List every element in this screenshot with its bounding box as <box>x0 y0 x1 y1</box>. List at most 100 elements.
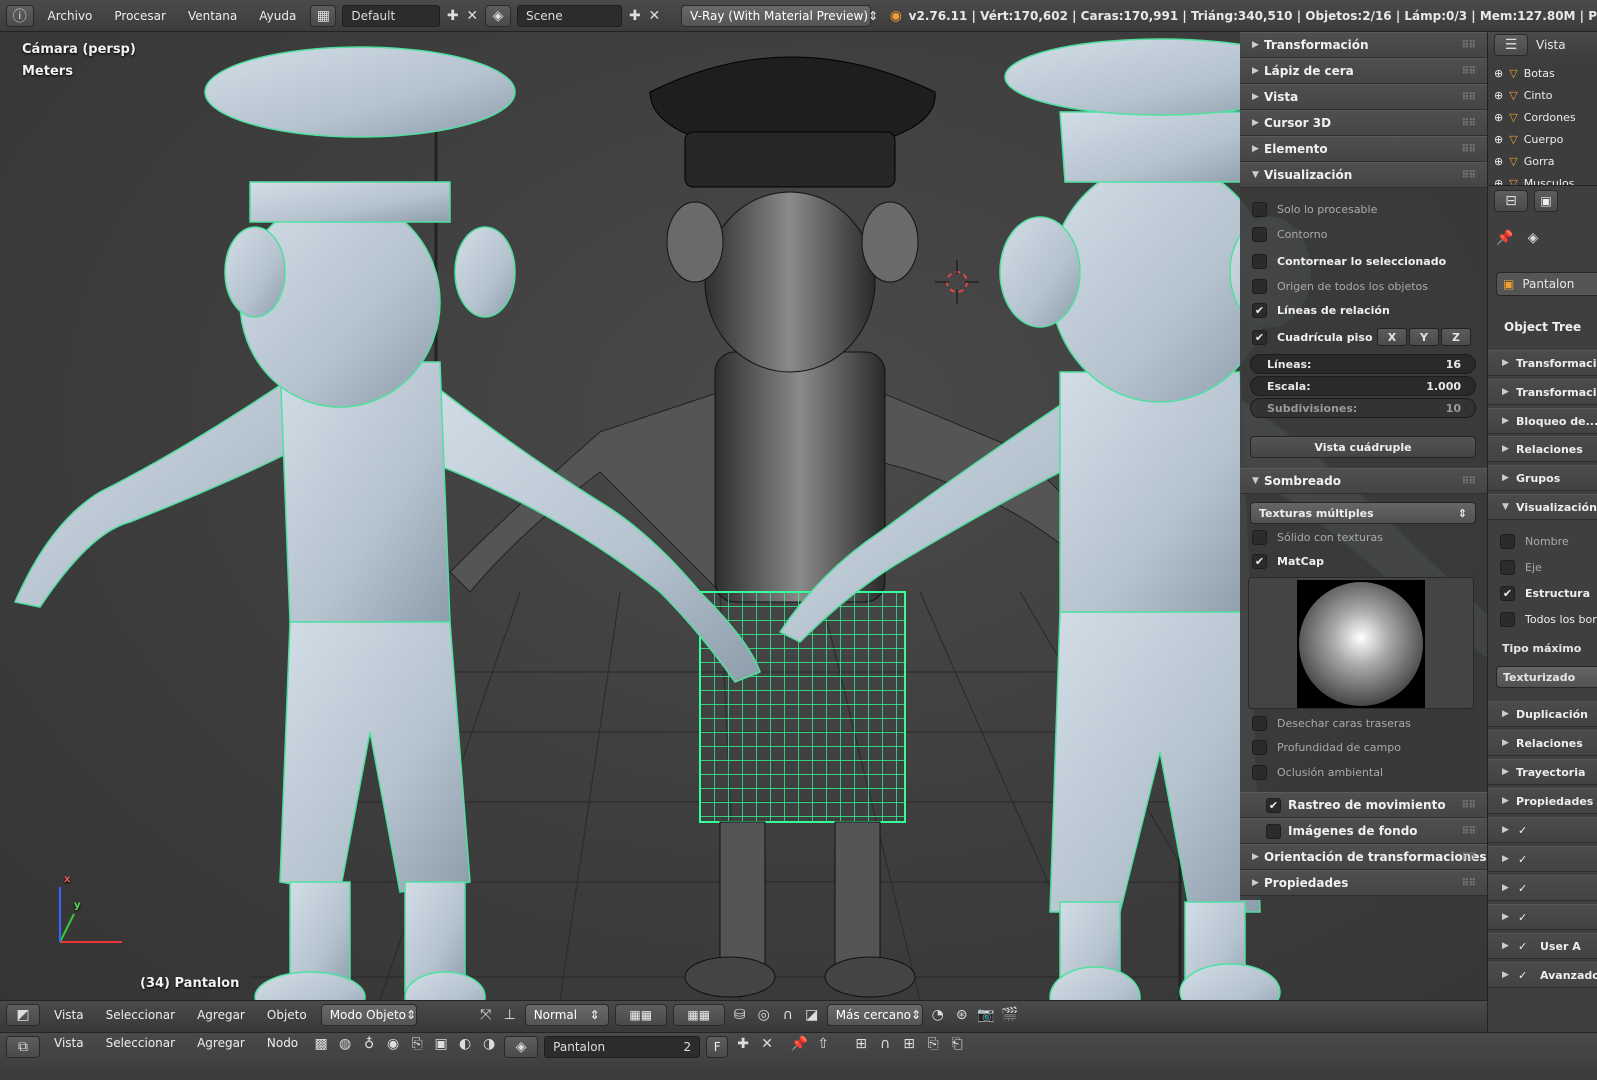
menu-seleccionar[interactable]: Seleccionar <box>98 1008 183 1022</box>
section-motion-paths[interactable]: ▶ Trayectoria <box>1488 759 1597 785</box>
section-transform[interactable]: ▶ Transformación <box>1488 350 1597 376</box>
check-textured-solid[interactable]: Sólido con texturas <box>1252 530 1383 545</box>
check-all-edges[interactable]: Todos los bordes <box>1500 612 1597 627</box>
scene-button[interactable]: ◈ <box>484 4 511 27</box>
check-matcap[interactable]: ✔ MatCap <box>1252 554 1324 569</box>
check-outline-selected[interactable]: Contornear lo seleccionado <box>1252 254 1446 269</box>
grip-icon[interactable]: ⠿⠿ <box>1461 800 1476 811</box>
check-name[interactable]: Nombre <box>1500 534 1569 549</box>
expand-plus-icon[interactable]: ⊕ <box>1494 155 1503 168</box>
grip-icon[interactable]: ⠿⠿ <box>1461 66 1476 77</box>
material-icon[interactable]: ◉ <box>384 1036 402 1052</box>
grid-lines-field[interactable]: Líneas: 16 <box>1250 354 1476 374</box>
panel-3d-cursor[interactable]: ▶ Cursor 3D ⠿⠿ <box>1240 110 1487 136</box>
checkbox[interactable] <box>1266 823 1281 839</box>
panel-grease-pencil[interactable]: ▶ Lápiz de cera ⠿⠿ <box>1240 58 1487 84</box>
vray-user-attributes-row[interactable]: ▶ ✓ User A <box>1488 933 1597 959</box>
enable-check-icon[interactable]: ✓ <box>1518 969 1527 982</box>
section-display[interactable]: ▼ Visualización <box>1488 494 1597 520</box>
section-custom-properties[interactable]: ▶ Propiedades <box>1488 788 1597 814</box>
panel-motion-tracking[interactable]: ✔ Rastreo de movimiento ⠿⠿ <box>1240 792 1487 818</box>
expand-plus-icon[interactable]: ⊕ <box>1494 67 1503 80</box>
enable-check-icon[interactable]: ✓ <box>1518 824 1527 837</box>
transform-axes-icon[interactable]: ⊥ <box>501 1007 519 1023</box>
grip-icon[interactable]: ⠿⠿ <box>1461 826 1476 837</box>
panel-view[interactable]: ▶ Vista ⠿⠿ <box>1240 84 1487 110</box>
checkmark-icon[interactable]: ✔ <box>1266 797 1281 813</box>
panel-display[interactable]: ▼ Visualización ⠿⠿ <box>1240 162 1487 188</box>
vray-row[interactable]: ▶ ✓ <box>1488 846 1597 872</box>
node-snap-icon[interactable]: ∩ <box>876 1036 894 1052</box>
menu-ayuda[interactable]: Ayuda <box>251 9 304 23</box>
backdrop-icon[interactable]: ⊞ <box>852 1036 870 1052</box>
menu-nodo[interactable]: Nodo <box>259 1036 306 1050</box>
axis-x-toggle[interactable]: X <box>1377 328 1407 346</box>
panel-properties[interactable]: ▶ Propiedades ⠿⠿ <box>1240 870 1487 896</box>
vray-row[interactable]: ▶ ✓ <box>1488 875 1597 901</box>
pin-node-icon[interactable]: 📌 <box>790 1036 808 1052</box>
max-draw-type-dropdown[interactable]: Texturizado <box>1496 666 1597 688</box>
texture-icon[interactable]: ▣ <box>432 1036 450 1052</box>
unlink-material-icon[interactable]: ✕ <box>758 1036 776 1052</box>
enable-check-icon[interactable]: ✓ <box>1518 940 1527 953</box>
camera-render-icon[interactable]: 📷 <box>977 1007 995 1023</box>
checkbox[interactable] <box>1252 202 1267 217</box>
checkbox[interactable] <box>1252 530 1267 545</box>
material-browse-button[interactable]: ◈ <box>504 1036 539 1058</box>
check-grid-floor[interactable]: ✔ Cuadrícula piso <box>1252 330 1373 345</box>
check-axis[interactable]: Eje <box>1500 560 1542 575</box>
outliner-item-gorra[interactable]: ⊕ ▽ Gorra <box>1494 150 1555 172</box>
vray-row[interactable]: ▶ ✓ <box>1488 817 1597 843</box>
grip-icon[interactable]: ⠿⠿ <box>1461 144 1476 155</box>
section-locks[interactable]: ▶ Bloqueo de... <box>1488 408 1597 434</box>
render-engine-dropdown[interactable]: V-Ray (With Material Preview) ⇕ <box>681 4 878 27</box>
checkmark-icon[interactable]: ✔ <box>1252 554 1267 569</box>
snap-grid-icon[interactable]: ⊞ <box>900 1036 918 1052</box>
expand-plus-icon[interactable]: ⊕ <box>1494 89 1503 102</box>
panel-shading[interactable]: ▼ Sombreado ⠿⠿ <box>1240 468 1487 494</box>
section-relations[interactable]: ▶ Relaciones <box>1488 436 1597 462</box>
grip-icon[interactable]: ⠿⠿ <box>1461 878 1476 889</box>
enable-check-icon[interactable]: ✓ <box>1518 853 1527 866</box>
orientation-dropdown[interactable]: Normal ⇕ <box>524 1003 609 1026</box>
properties-editor-button[interactable]: ⊟ <box>1494 190 1528 212</box>
check-outline[interactable]: Contorno <box>1252 227 1327 242</box>
grid-subdivisions-field[interactable]: Subdivisiones: 10 <box>1250 398 1476 418</box>
menu-vista[interactable]: Vista <box>46 1008 92 1022</box>
menu-vista-nodes[interactable]: Vista <box>46 1036 92 1050</box>
check-ambient-occlusion[interactable]: Oclusión ambiental <box>1252 765 1383 780</box>
checkbox[interactable] <box>1252 227 1267 242</box>
render-layer-icon[interactable]: ⎘ <box>408 1036 426 1052</box>
outliner-item-musculos[interactable]: ⊕ ▽ Musculos <box>1494 172 1574 186</box>
check-relationship-lines[interactable]: ✔ Líneas de relación <box>1252 303 1390 318</box>
layers-group-1[interactable]: ▦▦ <box>614 1003 667 1026</box>
shader-icon[interactable]: ◐ <box>456 1036 474 1052</box>
outliner-item-cuerpo[interactable]: ⊕ ▽ Cuerpo <box>1494 128 1563 150</box>
grip-icon[interactable]: ⠿⠿ <box>1461 170 1476 181</box>
expand-plus-icon[interactable]: ⊕ <box>1494 111 1503 124</box>
menu-seleccionar-nodes[interactable]: Seleccionar <box>98 1036 183 1050</box>
snap-peel-icon[interactable]: ⊛ <box>953 1007 971 1023</box>
checker-texture-icon[interactable]: ▩ <box>312 1036 330 1052</box>
world-icon[interactable]: ◍ <box>336 1036 354 1052</box>
vray-row[interactable]: ▶ ✓ <box>1488 904 1597 930</box>
expand-plus-icon[interactable]: ⊕ <box>1494 177 1503 186</box>
checkmark-icon[interactable]: ✔ <box>1252 303 1267 318</box>
section-relations-extras[interactable]: ▶ Relaciones <box>1488 730 1597 756</box>
checkbox[interactable] <box>1252 740 1267 755</box>
go-to-parent-icon[interactable]: ⇧ <box>814 1036 832 1052</box>
checkbox[interactable] <box>1500 534 1515 549</box>
layers-group-2[interactable]: ▦▦ <box>672 1003 725 1026</box>
lamp-icon[interactable]: ♁ <box>360 1036 378 1052</box>
scene-field[interactable]: Scene <box>517 4 623 27</box>
outliner-view-menu[interactable]: Vista <box>1536 38 1566 52</box>
paste-nodes-icon[interactable]: ⎗ <box>948 1036 966 1052</box>
proportional-edit-icon[interactable]: ◎ <box>755 1007 773 1023</box>
grip-icon[interactable]: ⠿⠿ <box>1461 476 1476 487</box>
section-duplication[interactable]: ▶ Duplicación <box>1488 701 1597 727</box>
object-name-field[interactable]: ▣ Pantalon <box>1496 272 1597 296</box>
section-groups[interactable]: ▶ Grupos <box>1488 465 1597 491</box>
vray-advanced-row[interactable]: ▶ ✓ Avanzado <box>1488 962 1597 988</box>
enable-check-icon[interactable]: ✓ <box>1518 882 1527 895</box>
checkbox[interactable] <box>1252 765 1267 780</box>
